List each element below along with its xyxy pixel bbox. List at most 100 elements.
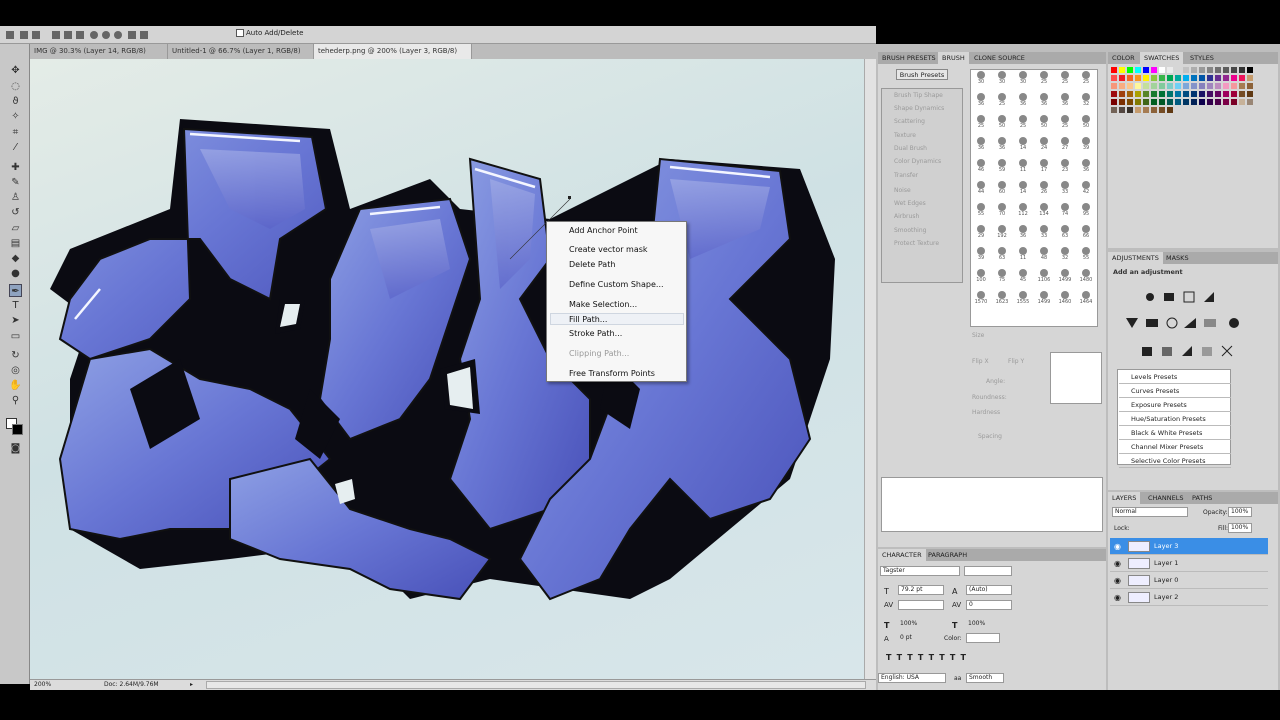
menu-item-create-vector-mask[interactable]: Create vector mask — [569, 244, 648, 255]
color-swatch[interactable] — [1119, 99, 1125, 105]
noise[interactable]: Noise — [894, 187, 911, 194]
selective-color-presets[interactable]: Selective Color Presets — [1119, 455, 1231, 468]
eye-icon[interactable]: ◉ — [1114, 555, 1121, 572]
brush-presets-button[interactable]: Brush Presets — [896, 69, 948, 80]
lasso-tool-icon[interactable]: ϑ — [9, 95, 22, 108]
adjustment-icons-row-2[interactable] — [1124, 316, 1254, 330]
color-swatch[interactable] — [1167, 67, 1173, 73]
pen-tool-options-icons[interactable] — [6, 30, 206, 40]
color-swatch[interactable] — [1159, 83, 1165, 89]
color-swatch[interactable] — [1119, 107, 1125, 113]
horizontal-scale-input[interactable]: 100% — [966, 620, 1006, 630]
tab-character[interactable]: CHARACTER — [878, 549, 926, 561]
brush-tip[interactable]: 46 — [971, 158, 991, 174]
brush-tip[interactable]: 25 — [1055, 70, 1075, 86]
brush-tip[interactable]: 25 — [992, 92, 1012, 108]
brush-tip[interactable]: 63 — [1055, 224, 1075, 240]
dual-brush[interactable]: Dual Brush — [894, 145, 927, 152]
color-swatch[interactable] — [1239, 99, 1245, 105]
dodge-tool-icon[interactable]: ● — [9, 267, 22, 280]
color-swatch[interactable] — [1239, 75, 1245, 81]
brush-tip[interactable]: 75 — [992, 268, 1012, 284]
color-swatch[interactable] — [1231, 83, 1237, 89]
brush-tip[interactable]: 192 — [992, 224, 1012, 240]
hue-saturation-presets[interactable]: Hue/Saturation Presets — [1119, 413, 1231, 426]
color-swatch[interactable] — [1151, 83, 1157, 89]
color-swatch[interactable] — [1223, 75, 1229, 81]
color-swatch[interactable] — [1199, 67, 1205, 73]
tab-img[interactable]: IMG @ 30.3% (Layer 14, RGB/8) *× — [30, 44, 168, 70]
color-swatch[interactable] — [1111, 91, 1117, 97]
brush-tip[interactable]: 36 — [1034, 92, 1054, 108]
color-swatch[interactable] — [1135, 91, 1141, 97]
brush-tip[interactable]: 50 — [992, 114, 1012, 130]
layer-row[interactable]: ◉ Layer 0 — [1110, 572, 1268, 589]
tracking-input[interactable]: 0 — [966, 600, 1012, 610]
brush-tip[interactable]: 66 — [1076, 224, 1096, 240]
color-swatch[interactable] — [1175, 67, 1181, 73]
color-swatch[interactable] — [1167, 83, 1173, 89]
color-swatch[interactable] — [1135, 107, 1141, 113]
color-swatch[interactable] — [1191, 67, 1197, 73]
menu-item-make-selection[interactable]: Make Selection... — [569, 299, 637, 310]
font-family-select[interactable]: Tagster — [880, 566, 960, 576]
brush-tip[interactable]: 25 — [971, 114, 991, 130]
brush-tip[interactable]: 70 — [992, 202, 1012, 218]
color-swatch[interactable] — [1175, 75, 1181, 81]
brush-tip[interactable]: 1555 — [1013, 290, 1033, 306]
color-swatch[interactable] — [1127, 99, 1133, 105]
color-swatch[interactable] — [1183, 67, 1189, 73]
magic-wand-icon[interactable]: ✧ — [9, 110, 22, 123]
brush-tip[interactable]: 134 — [1034, 202, 1054, 218]
brush-tip[interactable]: 25 — [1055, 114, 1075, 130]
color-swatch[interactable] — [1183, 91, 1189, 97]
color-swatch[interactable] — [1239, 83, 1245, 89]
color-swatch[interactable] — [1231, 67, 1237, 73]
brush-tip[interactable]: 1460 — [1055, 290, 1075, 306]
channel-mixer-presets[interactable]: Channel Mixer Presets — [1119, 441, 1231, 454]
color-swatch[interactable] — [1119, 67, 1125, 73]
black-white-presets[interactable]: Black & White Presets — [1119, 427, 1231, 440]
tab-brush-presets[interactable]: BRUSH PRESETS — [878, 52, 940, 64]
brush-tip[interactable]: 17 — [1034, 158, 1054, 174]
tab-layers[interactable]: LAYERS — [1108, 492, 1141, 504]
color-swatch[interactable] — [1127, 107, 1133, 113]
brush-tip[interactable]: 1480 — [1076, 268, 1096, 284]
fill-input[interactable]: 100% — [1228, 523, 1252, 533]
shape-dynamics[interactable]: Shape Dynamics — [894, 105, 944, 112]
color-swatch[interactable] — [1159, 75, 1165, 81]
color-swatch[interactable] — [1135, 99, 1141, 105]
document-canvas[interactable] — [30, 59, 864, 679]
color-swatch[interactable] — [1191, 99, 1197, 105]
brush-tip[interactable]: 30 — [1013, 70, 1033, 86]
brush-tip-grid[interactable]: 30 30 30 25 25 25 36 25 36 36 36 32 25 50 25 50 25 50 36 36… — [970, 69, 1098, 327]
horizontal-scrollbar[interactable] — [206, 681, 866, 689]
color-swatch[interactable] — [1207, 75, 1213, 81]
vertical-scrollbar[interactable] — [864, 59, 876, 679]
color-swatch[interactable] — [1143, 75, 1149, 81]
foreground-color-swatch[interactable] — [12, 424, 23, 435]
tab-styles[interactable]: STYLES — [1186, 52, 1218, 64]
tab-swatches[interactable]: SWATCHES — [1140, 52, 1184, 64]
opacity-input[interactable]: 100% — [1228, 507, 1252, 517]
transfer[interactable]: Transfer — [894, 172, 918, 179]
color-swatch[interactable] — [1215, 67, 1221, 73]
color-swatch[interactable] — [1223, 99, 1229, 105]
color-swatch[interactable] — [1151, 91, 1157, 97]
color-swatch[interactable] — [1183, 75, 1189, 81]
color-swatch[interactable] — [1167, 75, 1173, 81]
brush-tip[interactable]: 36 — [971, 136, 991, 152]
brush-tip[interactable]: 27 — [1055, 136, 1075, 152]
color-swatch[interactable] — [1215, 83, 1221, 89]
layer-row[interactable]: ◉ Layer 1 — [1110, 555, 1268, 572]
crop-tool-icon[interactable]: ⌗ — [9, 126, 22, 139]
eye-icon[interactable]: ◉ — [1114, 572, 1121, 589]
color-swatch[interactable] — [1239, 91, 1245, 97]
color-swatch[interactable] — [1247, 83, 1253, 89]
color-swatch[interactable] — [1223, 67, 1229, 73]
color-swatch[interactable] — [1207, 83, 1213, 89]
curves-presets[interactable]: Curves Presets — [1119, 385, 1231, 398]
brush-tip[interactable]: 1499 — [1055, 268, 1075, 284]
color-swatch[interactable] — [1119, 83, 1125, 89]
color-swatch[interactable] — [1151, 67, 1157, 73]
